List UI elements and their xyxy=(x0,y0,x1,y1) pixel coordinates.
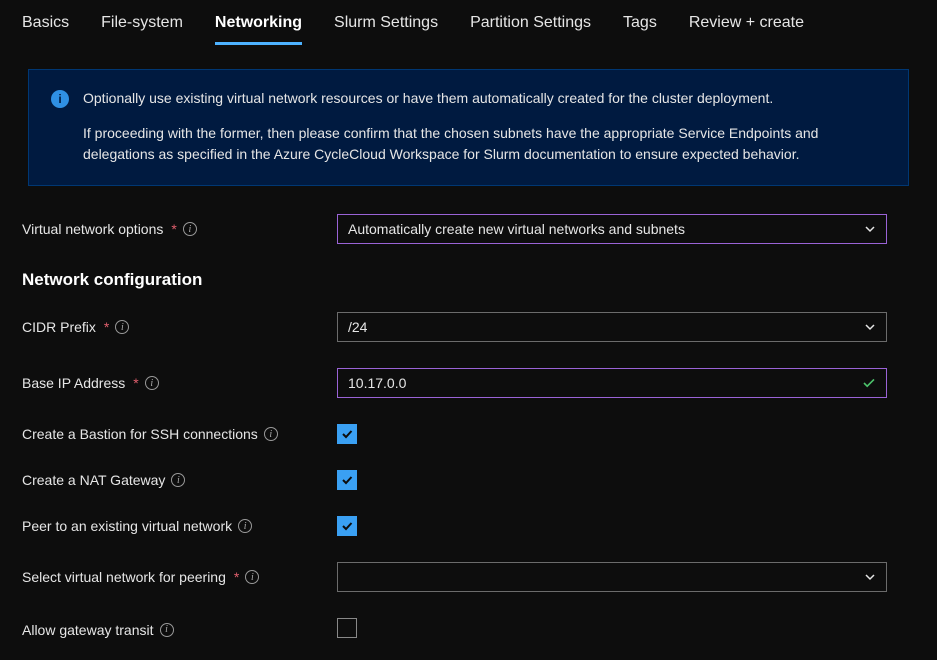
info-icon[interactable]: i xyxy=(171,473,185,487)
tab-file-system[interactable]: File-system xyxy=(101,6,183,45)
label-gw-transit: Allow gateway transit xyxy=(22,622,154,638)
info-icon[interactable]: i xyxy=(145,376,159,390)
info-icon[interactable]: i xyxy=(238,519,252,533)
info-icon[interactable]: i xyxy=(115,320,129,334)
cidr-select[interactable]: /24 xyxy=(337,312,887,342)
info-icon[interactable]: i xyxy=(183,222,197,236)
info-icon[interactable]: i xyxy=(245,570,259,584)
label-vnet-options: Virtual network options xyxy=(22,221,163,237)
vnet-options-select[interactable]: Automatically create new virtual network… xyxy=(337,214,887,244)
label-nat: Create a NAT Gateway xyxy=(22,472,165,488)
info-icon[interactable]: i xyxy=(264,427,278,441)
required-indicator: * xyxy=(171,221,176,237)
vnet-options-value: Automatically create new virtual network… xyxy=(348,221,685,237)
tab-review-create[interactable]: Review + create xyxy=(689,6,804,45)
row-gw-transit: Allow gateway transit i xyxy=(22,618,915,641)
row-bastion: Create a Bastion for SSH connections i xyxy=(22,424,915,444)
row-vnet-options: Virtual network options * i Automaticall… xyxy=(22,214,915,244)
row-base-ip: Base IP Address * i 10.17.0.0 xyxy=(22,368,915,398)
gw-transit-checkbox[interactable] xyxy=(337,618,357,638)
label-bastion: Create a Bastion for SSH connections xyxy=(22,426,258,442)
peer-vnet-select[interactable] xyxy=(337,562,887,592)
label-cidr: CIDR Prefix xyxy=(22,319,96,335)
required-indicator: * xyxy=(133,375,138,391)
tab-networking[interactable]: Networking xyxy=(215,6,302,45)
info-banner-text: Optionally use existing virtual network … xyxy=(83,88,886,165)
info-banner-p2: If proceeding with the former, then plea… xyxy=(83,123,886,165)
row-peer-vnet: Select virtual network for peering * i xyxy=(22,562,915,592)
chevron-down-icon xyxy=(864,223,876,235)
row-cidr: CIDR Prefix * i /24 xyxy=(22,312,915,342)
chevron-down-icon xyxy=(864,321,876,333)
base-ip-value: 10.17.0.0 xyxy=(348,375,406,391)
row-nat: Create a NAT Gateway i xyxy=(22,470,915,490)
tab-bar: Basics File-system Networking Slurm Sett… xyxy=(22,6,915,45)
required-indicator: * xyxy=(104,319,109,335)
peer-checkbox[interactable] xyxy=(337,516,357,536)
tab-partition-settings[interactable]: Partition Settings xyxy=(470,6,591,45)
info-banner-p1: Optionally use existing virtual network … xyxy=(83,88,886,109)
info-icon: i xyxy=(51,90,69,108)
info-icon[interactable]: i xyxy=(160,623,174,637)
label-peer-vnet: Select virtual network for peering xyxy=(22,569,226,585)
required-indicator: * xyxy=(234,569,239,585)
chevron-down-icon xyxy=(864,571,876,583)
tab-tags[interactable]: Tags xyxy=(623,6,657,45)
base-ip-input[interactable]: 10.17.0.0 xyxy=(337,368,887,398)
tab-slurm-settings[interactable]: Slurm Settings xyxy=(334,6,438,45)
row-peer: Peer to an existing virtual network i xyxy=(22,516,915,536)
bastion-checkbox[interactable] xyxy=(337,424,357,444)
label-base-ip: Base IP Address xyxy=(22,375,125,391)
cidr-value: /24 xyxy=(348,319,367,335)
section-network-configuration: Network configuration xyxy=(22,270,915,290)
label-peer: Peer to an existing virtual network xyxy=(22,518,232,534)
checkmark-icon xyxy=(862,376,876,390)
info-banner: i Optionally use existing virtual networ… xyxy=(28,69,909,186)
tab-basics[interactable]: Basics xyxy=(22,6,69,45)
nat-checkbox[interactable] xyxy=(337,470,357,490)
